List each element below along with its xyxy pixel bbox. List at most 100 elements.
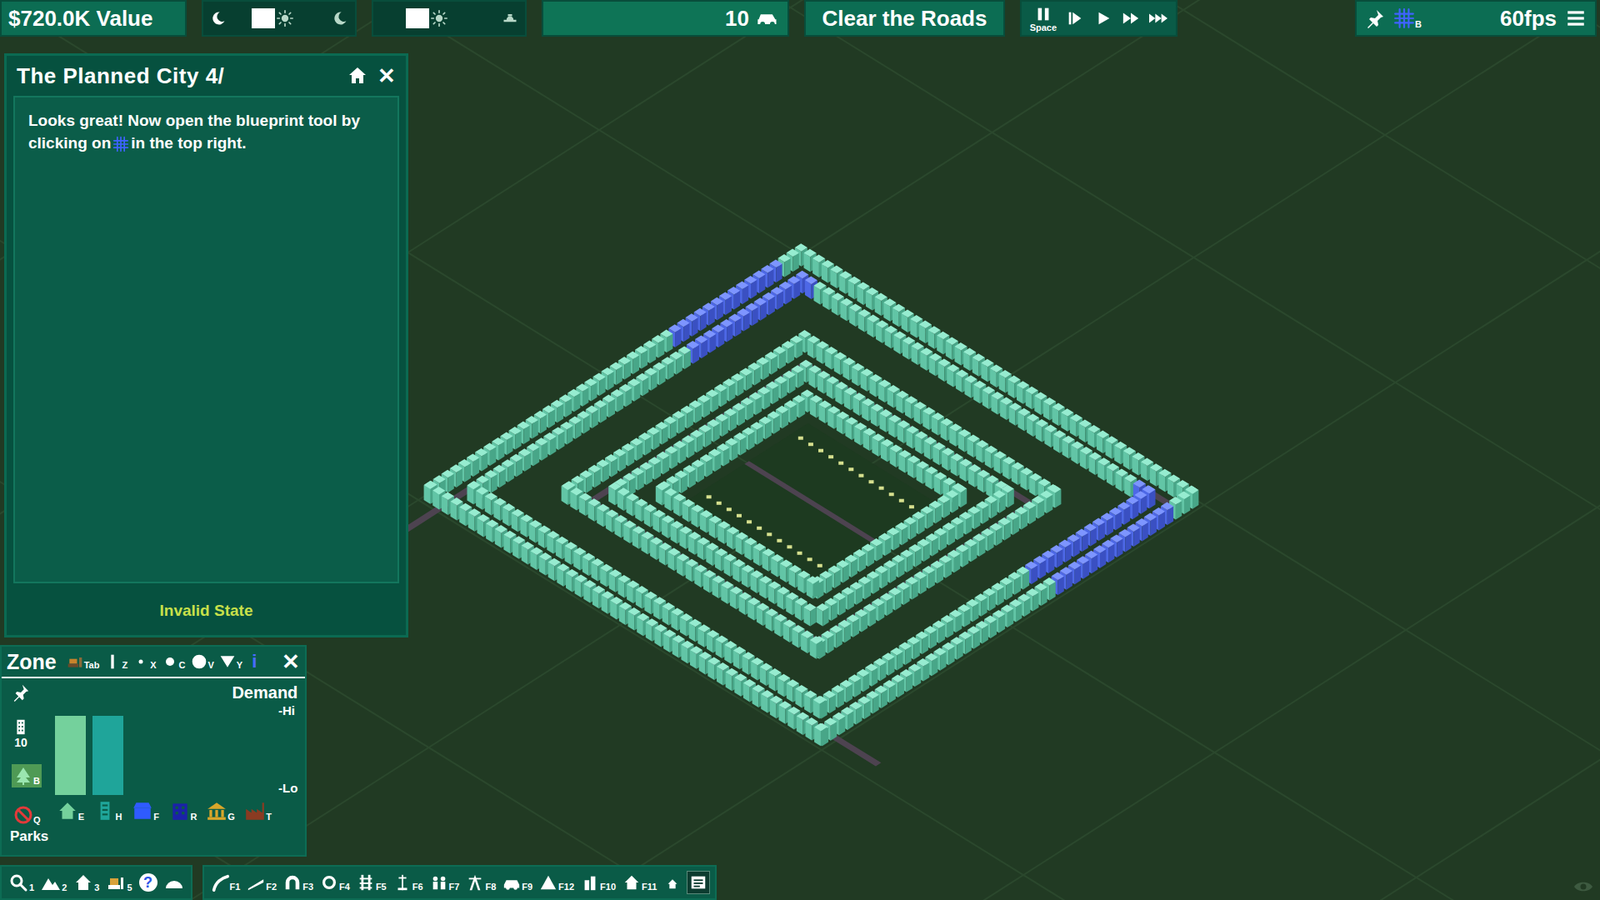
grid-icon (112, 135, 130, 153)
side-tool[interactable]: B (11, 764, 42, 788)
zone-type-button[interactable]: H (89, 800, 127, 822)
park-tree (899, 499, 905, 503)
toolbar-button[interactable]: F10 (579, 871, 618, 894)
goal[interactable]: Clear the Roads (804, 0, 1005, 37)
zone-tool[interactable]: Y (219, 653, 243, 670)
speed-button[interactable] (1149, 9, 1168, 28)
toolbar-button[interactable]: 2 (39, 870, 69, 895)
zone-tool[interactable]: Z (104, 653, 128, 670)
pin-icon[interactable] (11, 683, 30, 702)
zone-tool[interactable]: Tab (66, 653, 100, 670)
building[interactable] (816, 603, 830, 627)
close-button[interactable]: ✕ (377, 65, 396, 87)
slider-thumb[interactable] (251, 8, 294, 29)
speed-button[interactable]: Space (1030, 5, 1057, 33)
toolbar-button[interactable]: 5 (104, 870, 134, 895)
view-toggle[interactable] (1573, 876, 1594, 897)
zone-tool[interactable]: i (247, 650, 261, 673)
speed-button[interactable] (1121, 9, 1140, 28)
toolbar-button[interactable]: F3 (281, 871, 315, 894)
speed-button[interactable] (1065, 9, 1085, 28)
toolbar-left: 1235? (0, 865, 193, 900)
building[interactable] (813, 695, 826, 720)
zone-tool[interactable]: X (132, 653, 156, 670)
road (585, 497, 823, 645)
slider-track[interactable] (230, 5, 329, 31)
toolbar-button[interactable]: F12 (537, 871, 576, 894)
park-tree (776, 539, 782, 543)
toolbar-button[interactable] (686, 870, 710, 895)
demand-bar (55, 715, 86, 795)
toolbar-button[interactable]: F2 (245, 871, 279, 894)
zone-tool[interactable]: C (161, 653, 186, 670)
park-icon (13, 765, 34, 786)
city-value[interactable]: $720.0K Value (0, 0, 187, 37)
power-icon (465, 873, 485, 892)
building[interactable] (806, 575, 820, 600)
eye-icon (1573, 876, 1594, 897)
zone-tool[interactable]: V (190, 653, 215, 670)
blueprint-button[interactable]: B (1393, 7, 1422, 30)
park-tree (736, 514, 742, 518)
slider-thumb[interactable] (405, 8, 448, 29)
speed-controls: Space (1020, 0, 1178, 37)
park-tree (828, 455, 834, 459)
vehicle-count[interactable]: 10 (541, 0, 790, 37)
sun-icon (430, 10, 448, 27)
menu-icon[interactable] (1565, 7, 1587, 30)
grid-icon (1393, 7, 1415, 30)
none-icon (13, 805, 34, 825)
slider-track[interactable] (380, 5, 499, 31)
toolbar-button[interactable] (661, 871, 684, 894)
toolbar-button[interactable]: F11 (620, 871, 659, 894)
close-button[interactable]: ✕ (281, 650, 300, 673)
road-icon (210, 873, 230, 892)
house-icon (56, 800, 79, 822)
terrain-icon (40, 872, 61, 893)
central-park (685, 423, 938, 582)
toolbar-button[interactable]: F6 (391, 871, 425, 894)
time-slider[interactable] (371, 0, 527, 37)
toolbar-button[interactable] (162, 870, 186, 895)
zone-type-button[interactable]: F (126, 800, 165, 822)
home-icon[interactable] (347, 65, 368, 86)
dot-medium-icon (161, 653, 179, 670)
toolbar-button[interactable]: 3 (71, 870, 101, 895)
park-tree (808, 442, 814, 446)
pin-icon[interactable] (1365, 8, 1385, 29)
building[interactable] (814, 723, 827, 747)
zone-type-button[interactable]: G (201, 800, 240, 822)
zone-type-button[interactable]: T (239, 800, 277, 822)
toolbar-button[interactable]: F7 (428, 871, 462, 894)
speed-button[interactable] (1094, 9, 1113, 28)
toolbar-button[interactable]: 1 (6, 870, 36, 895)
park-tree (726, 507, 732, 511)
zone-type-button[interactable]: R (164, 800, 202, 822)
park-tree (766, 532, 772, 536)
selected-zone: Parks (1, 826, 305, 849)
ramp-icon (246, 873, 265, 892)
toolbar-button[interactable]: ? (137, 871, 160, 894)
road (815, 725, 881, 766)
zone-type-button[interactable]: E (51, 800, 90, 822)
density[interactable]: 10 (11, 717, 30, 750)
park-tree (869, 480, 875, 484)
toolbar-button[interactable]: F9 (500, 871, 535, 894)
moon-icon (210, 10, 227, 27)
park-tree (798, 436, 804, 440)
toolbar-button[interactable]: F1 (209, 871, 243, 894)
sun-icon (276, 10, 294, 27)
skyscraper-icon (11, 717, 30, 736)
toolbar-button[interactable]: F5 (355, 871, 389, 894)
cloud-icon (501, 10, 519, 27)
chat-icon (689, 873, 708, 892)
tutorial-text: Looks great! Now open the blueprint tool… (28, 109, 362, 155)
building[interactable] (810, 635, 823, 660)
toolbar-button[interactable]: F8 (464, 871, 498, 894)
park-tree (838, 461, 844, 465)
toolbar-button[interactable]: F4 (318, 871, 352, 894)
zone-panel: ZoneTabZXCVYi✕10BQDemand-Hi-LoEHFRGTPark… (0, 645, 307, 857)
building[interactable] (804, 603, 817, 627)
side-tool[interactable]: Q (11, 803, 43, 827)
time-slider[interactable] (201, 0, 357, 37)
